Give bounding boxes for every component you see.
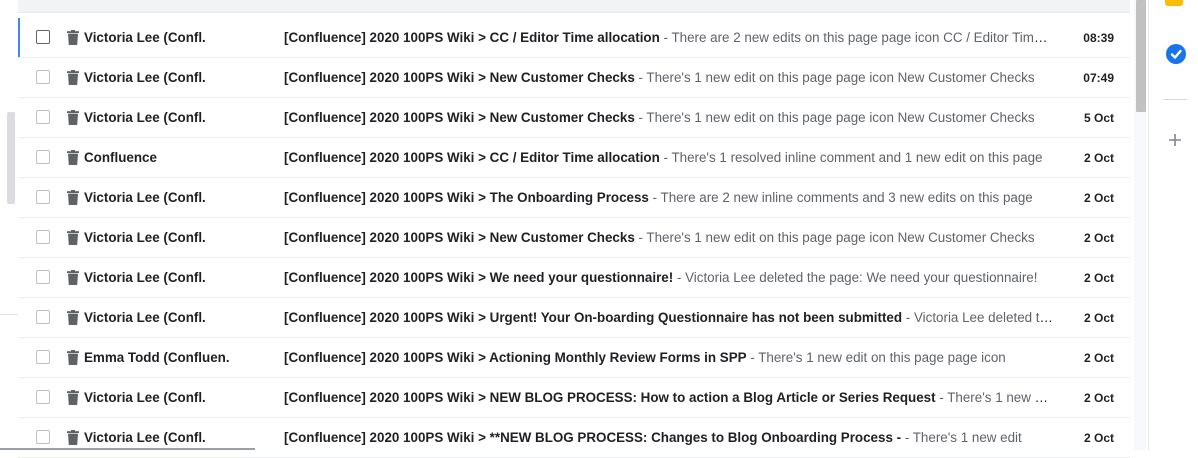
email-sender: Victoria Lee (Confl. bbox=[84, 230, 206, 245]
email-subject-line: [Confluence] 2020 100PS Wiki > The Onboa… bbox=[284, 190, 1054, 206]
trash-icon[interactable] bbox=[67, 350, 79, 365]
row-checkbox[interactable] bbox=[36, 270, 50, 284]
email-subject: [Confluence] 2020 100PS Wiki > We need y… bbox=[284, 270, 674, 285]
row-checkbox[interactable] bbox=[36, 150, 50, 164]
email-subject-line: [Confluence] 2020 100PS Wiki > New Custo… bbox=[284, 230, 1054, 246]
email-subject: [Confluence] 2020 100PS Wiki > New Custo… bbox=[284, 110, 635, 125]
email-sender: Victoria Lee (Confl. bbox=[84, 390, 206, 405]
email-row[interactable]: Victoria Lee (Confl. [Confluence] 2020 10… bbox=[18, 418, 1130, 458]
email-date: 2 Oct bbox=[1083, 431, 1114, 445]
trash-icon[interactable] bbox=[67, 110, 79, 125]
trash-icon[interactable] bbox=[67, 310, 79, 325]
email-snippet: - There are 2 new edits on this page pag… bbox=[663, 30, 1054, 45]
email-snippet: - There are 2 new inline comments and 3 … bbox=[648, 190, 1033, 205]
email-row[interactable]: Victoria Lee (Confl. [Confluence] 2020 10… bbox=[18, 178, 1130, 218]
email-row[interactable]: Victoria Lee (Confl. [Confluence] 2020 10… bbox=[18, 298, 1130, 338]
row-checkbox[interactable] bbox=[36, 230, 50, 244]
email-snippet: - There's 1 resolved inline comment and … bbox=[659, 150, 1043, 165]
email-sender: Confluence bbox=[84, 150, 157, 165]
trash-icon[interactable] bbox=[67, 30, 79, 45]
trash-icon[interactable] bbox=[67, 70, 79, 85]
email-sender: Victoria Lee (Confl. bbox=[84, 270, 206, 285]
left-divider bbox=[0, 314, 18, 315]
email-subject-line: [Confluence] 2020 100PS Wiki > New Custo… bbox=[284, 110, 1054, 126]
email-date: 5 Oct bbox=[1083, 111, 1114, 125]
email-subject: [Confluence] 2020 100PS Wiki > NEW BLOG … bbox=[284, 390, 936, 405]
list-toolbar bbox=[18, 0, 1130, 13]
email-date: 07:49 bbox=[1083, 71, 1114, 85]
row-checkbox[interactable] bbox=[36, 350, 50, 364]
email-sender: Victoria Lee (Confl. bbox=[84, 190, 206, 205]
mail-list: Victoria Lee (Confl. [Confluence] 2020 10… bbox=[18, 18, 1130, 458]
email-row[interactable]: Victoria Lee (Confl. [Confluence] 2020 10… bbox=[18, 258, 1130, 298]
email-subject-line: [Confluence] 2020 100PS Wiki > Urgent! Y… bbox=[284, 310, 1054, 326]
email-date: 2 Oct bbox=[1083, 231, 1114, 245]
email-snippet: - There's 1 new edit bbox=[901, 430, 1022, 445]
left-gutter bbox=[0, 0, 18, 450]
row-checkbox[interactable] bbox=[36, 430, 50, 444]
email-subject: [Confluence] 2020 100PS Wiki > Actioning… bbox=[284, 350, 747, 365]
email-subject: [Confluence] 2020 100PS Wiki > **NEW BLO… bbox=[284, 430, 902, 445]
email-sender: Victoria Lee (Confl. bbox=[84, 430, 206, 445]
trash-icon[interactable] bbox=[67, 270, 79, 285]
email-row[interactable]: Victoria Lee (Confl. [Confluence] 2020 10… bbox=[18, 18, 1130, 58]
email-date: 08:39 bbox=[1083, 31, 1114, 45]
row-checkbox[interactable] bbox=[36, 30, 50, 44]
trash-icon[interactable] bbox=[67, 150, 79, 165]
email-snippet: - There's 1 new edit on this page page i… bbox=[746, 350, 1006, 365]
email-subject-line: [Confluence] 2020 100PS Wiki > CC / Edit… bbox=[284, 150, 1054, 166]
email-date: 2 Oct bbox=[1083, 391, 1114, 405]
email-subject-line: [Confluence] 2020 100PS Wiki > Actioning… bbox=[284, 350, 1054, 366]
row-checkbox[interactable] bbox=[36, 310, 50, 324]
email-date: 2 Oct bbox=[1083, 151, 1114, 165]
list-scrollbar-thumb[interactable] bbox=[1136, 0, 1146, 112]
email-row[interactable]: Victoria Lee (Confl. [Confluence] 2020 10… bbox=[18, 58, 1130, 98]
email-snippet: - Victoria Lee deleted the page: We need… bbox=[673, 270, 1038, 285]
email-date: 2 Oct bbox=[1083, 311, 1114, 325]
email-sender: Emma Todd (Confluen. bbox=[84, 350, 230, 365]
email-subject: [Confluence] 2020 100PS Wiki > CC / Edit… bbox=[284, 30, 660, 45]
email-sender: Victoria Lee (Confl. bbox=[84, 110, 206, 125]
email-subject: [Confluence] 2020 100PS Wiki > New Custo… bbox=[284, 230, 635, 245]
email-subject-line: [Confluence] 2020 100PS Wiki > CC / Edit… bbox=[284, 30, 1054, 46]
email-subject-line: [Confluence] 2020 100PS Wiki > **NEW BLO… bbox=[284, 430, 1054, 446]
email-date: 2 Oct bbox=[1083, 271, 1114, 285]
email-sender: Victoria Lee (Confl. bbox=[84, 310, 206, 325]
email-snippet: - Victoria Lee deleted the page bbox=[905, 310, 1054, 325]
side-panel-divider bbox=[1163, 99, 1187, 100]
email-subject-line: [Confluence] 2020 100PS Wiki > NEW BLOG … bbox=[284, 390, 1054, 406]
email-row[interactable]: Victoria Lee (Confl. [Confluence] 2020 10… bbox=[18, 218, 1130, 258]
side-panel bbox=[1148, 0, 1198, 450]
tasks-icon[interactable] bbox=[1166, 44, 1186, 64]
email-snippet: - There's 1 new edit on this page page i… bbox=[634, 110, 1035, 125]
keep-icon[interactable] bbox=[1165, 0, 1183, 6]
email-snippet: - There's 1 new edit on this page page i… bbox=[634, 70, 1035, 85]
email-subject: [Confluence] 2020 100PS Wiki > CC / Edit… bbox=[284, 150, 660, 165]
email-row[interactable]: Emma Todd (Confluen. [Confluence] 2020 10… bbox=[18, 338, 1130, 378]
trash-icon[interactable] bbox=[67, 430, 79, 445]
row-checkbox[interactable] bbox=[36, 190, 50, 204]
row-checkbox[interactable] bbox=[36, 390, 50, 404]
email-sender: Victoria Lee (Confl. bbox=[84, 30, 206, 45]
email-row[interactable]: Victoria Lee (Confl. [Confluence] 2020 10… bbox=[18, 98, 1130, 138]
row-checkbox[interactable] bbox=[36, 110, 50, 124]
email-sender: Victoria Lee (Confl. bbox=[84, 70, 206, 85]
add-icon[interactable] bbox=[1167, 132, 1183, 148]
left-panel-scrollbar[interactable] bbox=[7, 112, 15, 204]
trash-icon[interactable] bbox=[67, 190, 79, 205]
trash-icon[interactable] bbox=[67, 230, 79, 245]
email-snippet: - There's 1 new edit bbox=[935, 390, 1054, 405]
email-date: 2 Oct bbox=[1083, 191, 1114, 205]
email-subject: [Confluence] 2020 100PS Wiki > The Onboa… bbox=[284, 190, 649, 205]
email-subject: [Confluence] 2020 100PS Wiki > Urgent! Y… bbox=[284, 310, 903, 325]
email-subject-line: [Confluence] 2020 100PS Wiki > New Custo… bbox=[284, 70, 1054, 86]
email-subject-line: [Confluence] 2020 100PS Wiki > We need y… bbox=[284, 270, 1054, 286]
email-date: 2 Oct bbox=[1083, 351, 1114, 365]
email-row[interactable]: Victoria Lee (Confl. [Confluence] 2020 10… bbox=[18, 378, 1130, 418]
trash-icon[interactable] bbox=[67, 390, 79, 405]
email-row[interactable]: Confluence [Confluence] 2020 100PS Wiki >… bbox=[18, 138, 1130, 178]
email-subject: [Confluence] 2020 100PS Wiki > New Custo… bbox=[284, 70, 635, 85]
row-checkbox[interactable] bbox=[36, 70, 50, 84]
email-snippet: - There's 1 new edit on this page page i… bbox=[634, 230, 1035, 245]
